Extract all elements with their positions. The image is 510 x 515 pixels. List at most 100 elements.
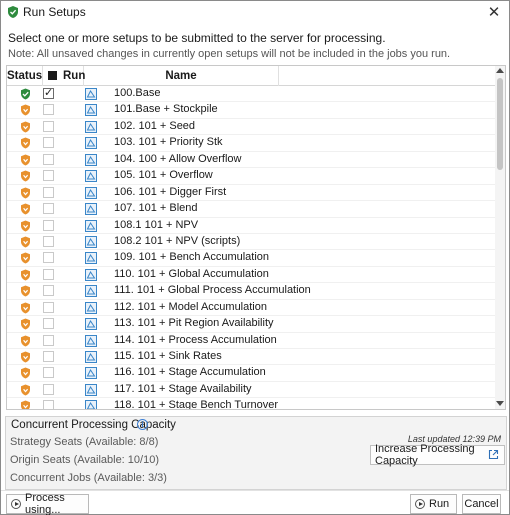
table-row[interactable]: 103. 101 + Priority Stk	[7, 135, 497, 152]
run-checkbox[interactable]	[43, 153, 54, 165]
setup-name: 114. 101 + Process Accumulation	[114, 333, 277, 346]
run-checkbox[interactable]	[43, 367, 54, 379]
setup-file-icon	[85, 367, 97, 380]
table-row[interactable]: 112. 101 + Model Accumulation	[7, 300, 497, 317]
select-all-checkbox[interactable]	[48, 71, 57, 80]
table-row[interactable]: 102. 101 + Seed	[7, 119, 497, 136]
process-using-button[interactable]: Process using...	[6, 492, 89, 515]
shield-warning-icon	[20, 220, 31, 232]
setup-name: 100.Base	[114, 87, 161, 99]
shield-warning-icon	[20, 285, 31, 297]
table-row[interactable]: 114. 101 + Process Accumulation	[7, 333, 497, 349]
table-row[interactable]: 116. 101 + Stage Accumulation	[7, 365, 497, 382]
run-checkbox[interactable]	[43, 170, 54, 182]
run-checkbox[interactable]: ✓	[43, 87, 54, 99]
setup-name: 117. 101 + Stage Availability	[114, 382, 252, 395]
setup-name: 118. 101 + Stage Bench Turnover	[114, 399, 278, 410]
table-row[interactable]: 115. 101 + Sink Rates	[7, 349, 497, 366]
shield-warning-icon	[20, 384, 31, 396]
table-row[interactable]: 106. 101 + Digger First	[7, 185, 497, 202]
shield-warning-icon	[20, 351, 31, 363]
checkmark-icon: ✓	[44, 87, 54, 99]
shield-warning-icon	[20, 318, 31, 330]
shield-warning-icon	[20, 154, 31, 166]
run-checkbox[interactable]	[43, 186, 54, 198]
strategy-seats-text: Strategy Seats (Available: 8/8)	[10, 436, 159, 448]
table-row[interactable]: 108.2 101 + NPV (scripts)	[7, 234, 497, 251]
table-row[interactable]: 117. 101 + Stage Availability	[7, 382, 497, 399]
table-row[interactable]: ✓ 100.Base	[7, 86, 497, 103]
close-button[interactable]: ✕	[485, 3, 503, 21]
run-checkbox[interactable]	[43, 351, 54, 362]
table-row[interactable]: 111. 101 + Global Process Accumulation	[7, 283, 497, 300]
setup-file-icon	[85, 383, 97, 396]
setup-file-icon	[85, 400, 97, 409]
footer-divider	[1, 490, 509, 491]
info-icon[interactable]: i	[137, 419, 148, 430]
setup-file-icon	[85, 252, 97, 265]
run-checkbox[interactable]	[43, 285, 54, 297]
setup-file-icon	[85, 219, 97, 232]
run-checkbox[interactable]	[43, 235, 54, 247]
scroll-up-arrow-icon[interactable]	[496, 68, 504, 73]
scrollbar-thumb[interactable]	[497, 78, 503, 170]
run-checkbox[interactable]	[43, 137, 54, 149]
process-using-label: Process using...	[25, 492, 65, 515]
table-row[interactable]: 108.1 101 + NPV	[7, 218, 497, 234]
table-row[interactable]: 110. 101 + Global Accumulation	[7, 267, 497, 284]
run-header-label: Run	[63, 70, 86, 82]
column-header-run[interactable]: Run	[43, 66, 86, 86]
vertical-scrollbar[interactable]	[495, 66, 505, 409]
instructions-text: Select one or more setups to be submitte…	[8, 31, 386, 45]
cancel-button[interactable]: Cancel	[462, 494, 501, 514]
setup-name: 103. 101 + Priority Stk	[114, 136, 223, 149]
increase-capacity-label: Increase Processing Capacity	[375, 443, 475, 467]
setup-name: 104. 100 + Allow Overflow	[114, 152, 242, 165]
run-checkbox[interactable]	[43, 334, 54, 346]
shield-warning-icon	[20, 170, 31, 182]
run-checkbox[interactable]	[43, 318, 54, 330]
shield-warning-icon	[20, 187, 31, 199]
capacity-title: Concurrent Processing Capacity	[11, 419, 176, 431]
increase-capacity-button[interactable]: Increase Processing Capacity	[370, 443, 505, 467]
setup-name: 105. 101 + Overflow	[114, 169, 213, 182]
run-setups-dialog: Run Setups ✕ Select one or more setups t…	[0, 0, 510, 515]
run-checkbox[interactable]	[43, 252, 54, 264]
run-checkbox[interactable]	[43, 301, 54, 313]
setup-name: 115. 101 + Sink Rates	[114, 350, 222, 362]
column-header-status[interactable]: Status	[7, 66, 43, 86]
play-icon	[415, 499, 425, 509]
shield-warning-icon	[20, 302, 31, 314]
table-row[interactable]: 109. 101 + Bench Accumulation	[7, 250, 497, 267]
table-row[interactable]: 101.Base + Stockpile	[7, 102, 497, 119]
column-header-name[interactable]: Name	[84, 66, 279, 86]
setup-name: 116. 101 + Stage Accumulation	[114, 366, 266, 379]
run-button[interactable]: Run	[410, 494, 457, 514]
run-checkbox[interactable]	[43, 120, 54, 132]
setup-file-icon	[85, 285, 97, 298]
title-bar: Run Setups ✕	[1, 1, 509, 23]
shield-warning-icon	[20, 137, 31, 149]
setup-file-icon	[85, 120, 97, 133]
table-row[interactable]: 118. 101 + Stage Bench Turnover	[7, 398, 497, 410]
setup-file-icon	[85, 137, 97, 150]
setup-file-icon	[85, 203, 97, 216]
table-row[interactable]: 104. 100 + Allow Overflow	[7, 152, 497, 169]
run-checkbox[interactable]	[43, 104, 54, 116]
setup-file-icon	[85, 235, 97, 248]
setup-name: 102. 101 + Seed	[114, 119, 196, 132]
setup-name: 108.1 101 + NPV	[114, 218, 199, 231]
run-checkbox[interactable]	[43, 203, 54, 215]
shield-warning-icon	[20, 104, 31, 116]
table-row[interactable]: 113. 101 + Pit Region Availability	[7, 316, 497, 333]
run-checkbox[interactable]	[43, 268, 54, 280]
setup-name: 106. 101 + Digger First	[114, 185, 227, 198]
unsaved-changes-note: Note: All unsaved changes in currently o…	[8, 48, 451, 60]
run-checkbox[interactable]	[43, 400, 54, 409]
scroll-down-arrow-icon[interactable]	[496, 401, 504, 406]
run-checkbox[interactable]	[43, 219, 54, 231]
table-row[interactable]: 105. 101 + Overflow	[7, 168, 497, 185]
run-checkbox[interactable]	[43, 383, 54, 395]
table-row[interactable]: 107. 101 + Blend	[7, 201, 497, 218]
table-header: Status Run Name	[7, 66, 497, 86]
